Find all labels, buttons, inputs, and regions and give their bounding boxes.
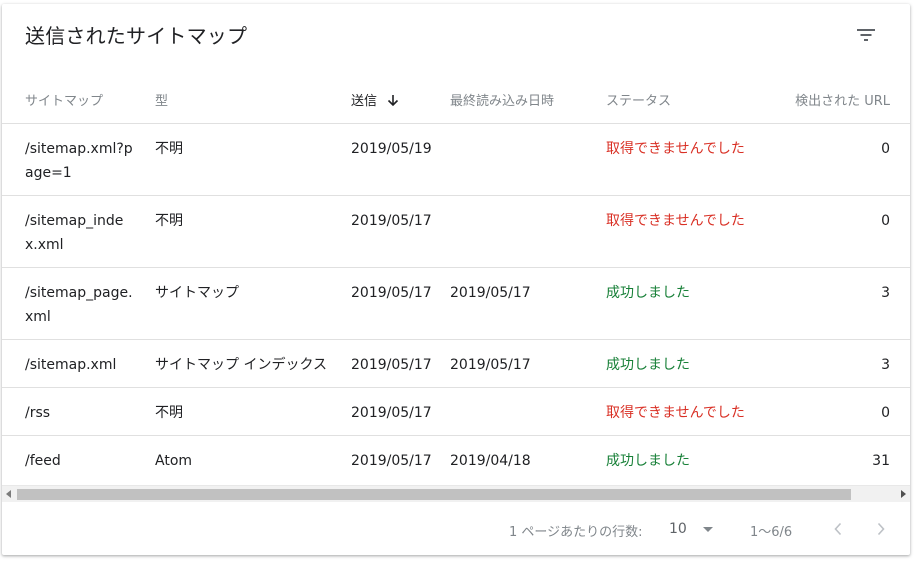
- column-header-discovered-urls[interactable]: 検出された URL: [795, 90, 890, 109]
- type-cell: 不明: [155, 405, 183, 421]
- chevron-right-icon: [877, 522, 885, 536]
- table-row[interactable]: /sitemap_index.xml 不明 2019/05/17 取得できません…: [2, 196, 910, 268]
- submitted-cell: 2019/05/17: [351, 213, 432, 229]
- type-cell: サイトマップ: [155, 285, 239, 301]
- status-cell: 成功しました: [606, 453, 690, 469]
- page-range: 1～6/6: [750, 525, 793, 540]
- status-cell: 取得できませんでした: [606, 213, 745, 229]
- sitemap-cell: /sitemap.xml: [25, 357, 117, 373]
- discovered-urls-cell: 3: [881, 357, 890, 373]
- discovered-urls-cell: 3: [881, 285, 890, 301]
- column-header-submitted[interactable]: 送信: [351, 90, 399, 109]
- submitted-cell: 2019/05/19: [351, 141, 432, 157]
- last-read-cell: 2019/04/18: [450, 453, 531, 469]
- column-header-last-read[interactable]: 最終読み込み日時: [450, 90, 554, 109]
- status-cell: 取得できませんでした: [606, 405, 745, 421]
- filter-icon: [857, 29, 875, 41]
- filter-button[interactable]: [852, 21, 880, 49]
- type-cell: サイトマップ インデックス: [155, 357, 328, 373]
- discovered-urls-cell: 0: [881, 405, 890, 421]
- discovered-urls-cell: 31: [872, 453, 890, 469]
- discovered-urls-cell: 0: [881, 213, 890, 229]
- column-header-status[interactable]: ステータス: [606, 90, 671, 109]
- table-row[interactable]: /sitemap.xml?page=1 不明 2019/05/19 取得できませ…: [2, 124, 910, 196]
- sitemap-cell: /sitemap.xml?page=1: [25, 141, 133, 181]
- table-row[interactable]: /feed Atom 2019/05/17 2019/04/18 成功しました …: [2, 436, 910, 484]
- arrow-down-icon: [388, 95, 399, 107]
- table-row[interactable]: /rss 不明 2019/05/17 取得できませんでした 0: [2, 388, 910, 436]
- rows-per-page-value: 10: [669, 521, 687, 537]
- sitemap-cell: /feed: [25, 453, 61, 469]
- scrollbar-thumb[interactable]: [17, 489, 851, 500]
- scroll-left-icon[interactable]: [6, 490, 11, 498]
- status-cell: 取得できませんでした: [606, 141, 745, 157]
- sitemap-cell: /rss: [25, 405, 51, 421]
- column-header-sitemap[interactable]: サイトマップ: [25, 90, 103, 109]
- dropdown-arrow-icon: [703, 527, 713, 532]
- sitemap-cell: /sitemap_index.xml: [25, 213, 124, 253]
- rows-per-page-label: 1 ページあたりの行数:: [509, 525, 643, 540]
- type-cell: Atom: [155, 453, 193, 469]
- rows-per-page-select[interactable]: 10: [669, 515, 717, 543]
- chevron-left-icon: [834, 522, 842, 536]
- table-row[interactable]: /sitemap.xml サイトマップ インデックス 2019/05/17 20…: [2, 340, 910, 388]
- type-cell: 不明: [155, 213, 183, 229]
- pagination: 1 ページあたりの行数: 10 1～6/6: [2, 501, 910, 555]
- previous-page-button[interactable]: [826, 517, 850, 541]
- status-cell: 成功しました: [606, 285, 690, 301]
- card-title: 送信されたサイトマップ: [25, 24, 248, 48]
- table-header: サイトマップ 型 送信 最終読み込み日時 ステータス 検出された URL: [2, 69, 910, 124]
- scroll-right-icon[interactable]: [901, 490, 906, 498]
- sitemaps-card: 送信されたサイトマップ サイトマップ 型 送信 最終読み込み日時 ステータス 検…: [2, 4, 910, 555]
- status-cell: 成功しました: [606, 357, 690, 373]
- submitted-cell: 2019/05/17: [351, 405, 432, 421]
- last-read-cell: 2019/05/17: [450, 357, 531, 373]
- last-read-cell: 2019/05/17: [450, 285, 531, 301]
- next-page-button[interactable]: [869, 517, 893, 541]
- table-row[interactable]: /sitemap_page.xml サイトマップ 2019/05/17 2019…: [2, 268, 910, 340]
- horizontal-scrollbar[interactable]: [2, 485, 910, 502]
- sitemap-cell: /sitemap_page.xml: [25, 285, 133, 325]
- submitted-cell: 2019/05/17: [351, 357, 432, 373]
- submitted-cell: 2019/05/17: [351, 453, 432, 469]
- discovered-urls-cell: 0: [881, 141, 890, 157]
- type-cell: 不明: [155, 141, 183, 157]
- column-header-submitted-label: 送信: [351, 94, 378, 109]
- column-header-type[interactable]: 型: [155, 90, 168, 109]
- submitted-cell: 2019/05/17: [351, 285, 432, 301]
